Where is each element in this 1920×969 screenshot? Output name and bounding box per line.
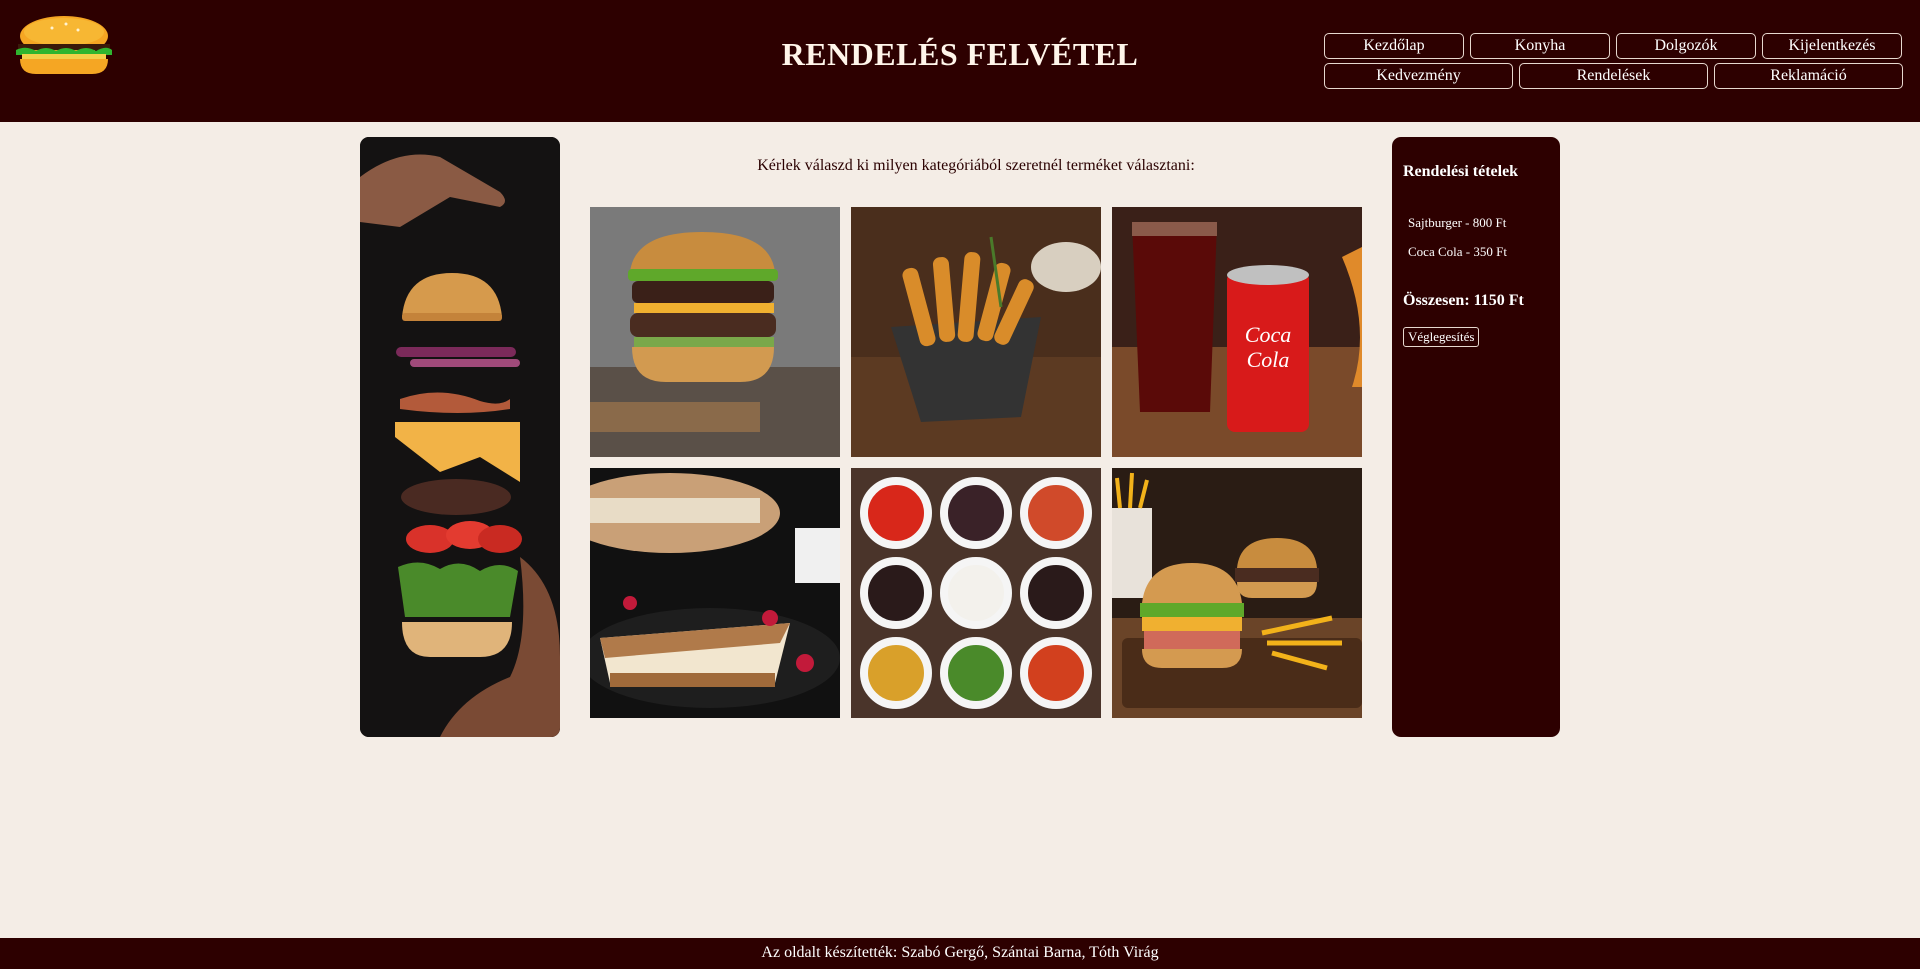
nav-button-kedvezmeny[interactable]: Kedvezmény <box>1324 63 1513 89</box>
category-prompt: Kérlek válaszd ki milyen kategóriából sz… <box>757 157 1195 174</box>
category-menu-tile[interactable] <box>1112 468 1362 718</box>
footer-credits: Az oldalt készítették: Szabó Gergő, Szán… <box>0 938 1920 969</box>
category-grid: Coca Cola <box>590 207 1362 718</box>
order-item[interactable]: Coca Cola - 350 Ft <box>1408 244 1507 273</box>
nav-button-reklamacio[interactable]: Reklamáció <box>1714 63 1903 89</box>
order-total: Összesen: 1150 Ft <box>1403 292 1524 309</box>
category-burger-tile[interactable] <box>590 207 840 457</box>
order-items-list: Sajtburger - 800 Ft Coca Cola - 350 Ft <box>1408 215 1507 273</box>
order-item[interactable]: Sajtburger - 800 Ft <box>1408 215 1507 244</box>
nav-button-rendelesek[interactable]: Rendelések <box>1519 63 1708 89</box>
svg-text:Cola: Cola <box>1247 347 1290 372</box>
nav-button-kezdolap[interactable]: Kezdőlap <box>1324 33 1464 59</box>
nav-button-konyha[interactable]: Konyha <box>1470 33 1610 59</box>
nav-button-kijelentkezes[interactable]: Kijelentkezés <box>1762 33 1902 59</box>
category-dessert-tile[interactable] <box>590 468 840 718</box>
category-fries-tile[interactable] <box>851 207 1101 457</box>
floating-burger-banner-image <box>360 137 560 737</box>
nav-button-dolgozok[interactable]: Dolgozók <box>1616 33 1756 59</box>
finalize-order-button[interactable]: Véglegesítés <box>1403 327 1480 347</box>
nav-row-2: Kedvezmény Rendelések Reklamáció <box>1324 63 1903 89</box>
svg-text:Coca: Coca <box>1245 322 1291 347</box>
header: RENDELÉS FELVÉTEL Kezdőlap Konyha Dolgoz… <box>0 0 1920 122</box>
nav-row-1: Kezdőlap Konyha Dolgozók Kijelentkezés <box>1324 33 1902 59</box>
order-panel: Rendelési tételek Sajtburger - 800 Ft Co… <box>1392 137 1560 737</box>
category-drinks-tile[interactable]: Coca Cola <box>1112 207 1362 457</box>
category-sauces-tile[interactable] <box>851 468 1101 718</box>
order-title: Rendelési tételek <box>1403 163 1519 180</box>
